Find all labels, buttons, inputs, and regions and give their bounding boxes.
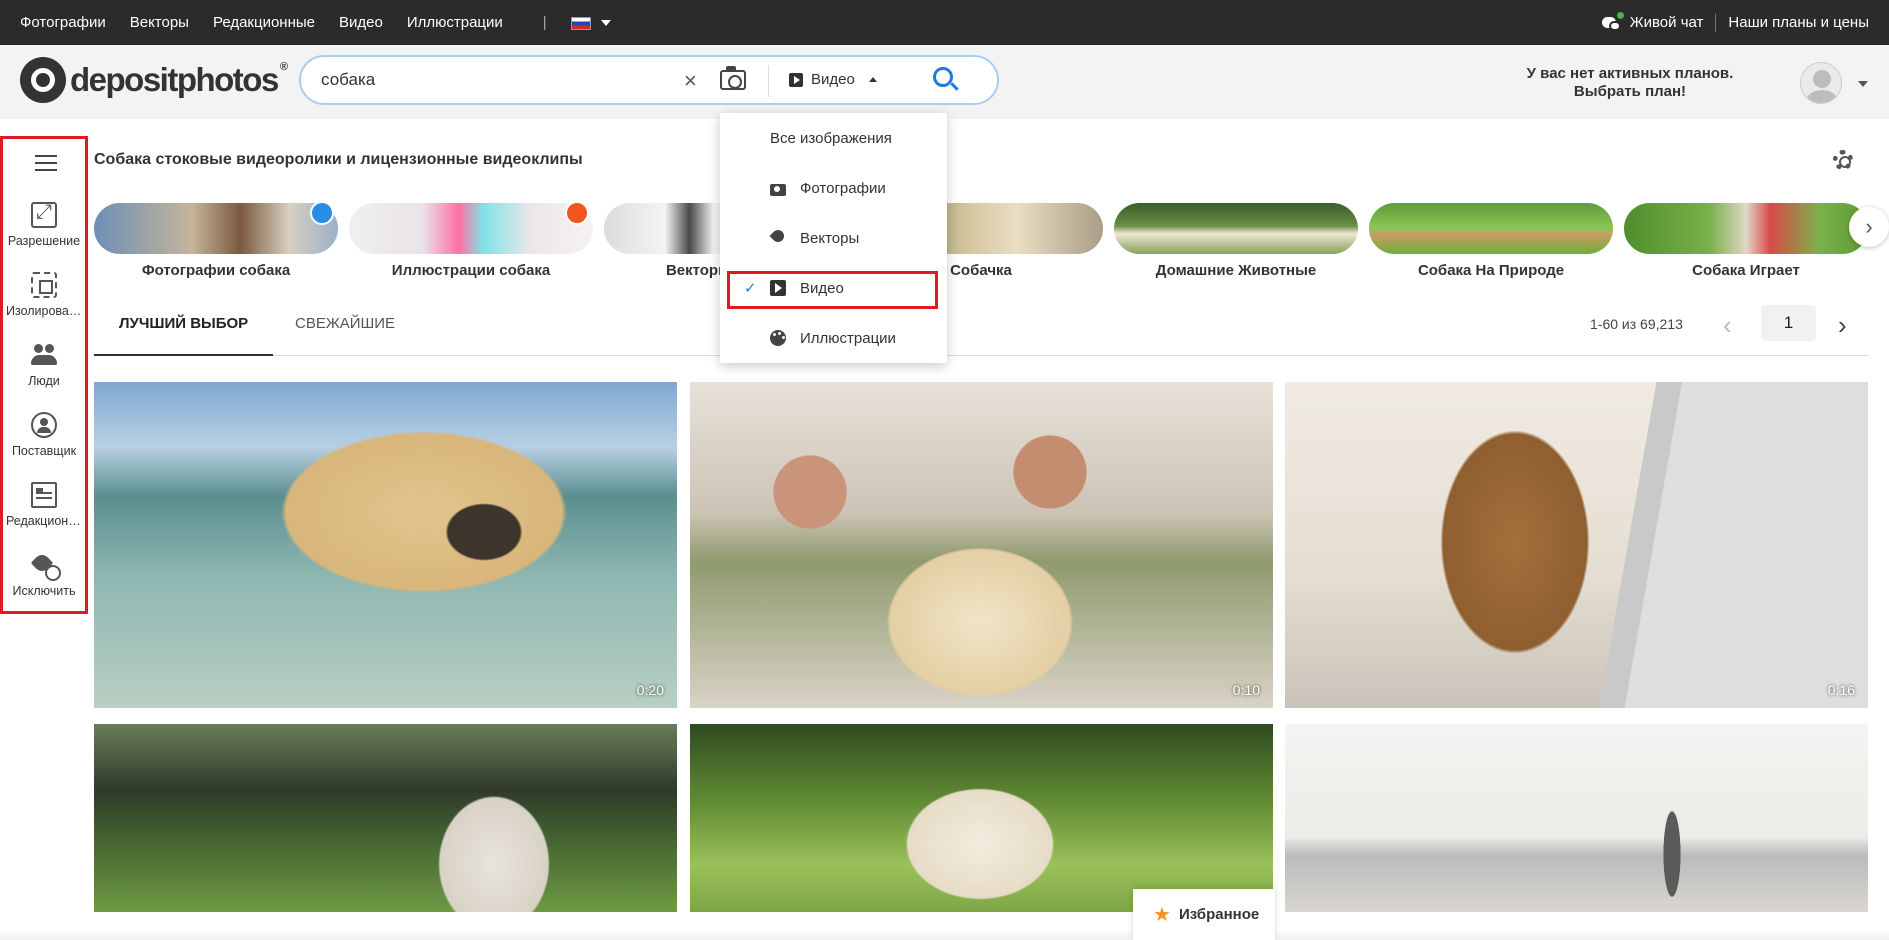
dropdown-item-video[interactable]: ✓ Видео: [720, 268, 947, 308]
category-thumbnail: [94, 203, 338, 254]
camera-icon: [770, 183, 786, 196]
tab-newest[interactable]: СВЕЖАЙШИЕ: [270, 315, 420, 356]
menu-icon[interactable]: [35, 155, 57, 171]
video-icon: [789, 72, 803, 87]
plan-line-1: У вас нет активных планов.: [1526, 65, 1734, 82]
video-tile[interactable]: 0:10: [690, 382, 1273, 708]
category-thumbnail: [349, 203, 593, 254]
video-icon: [770, 280, 786, 296]
star-icon: ★: [1153, 904, 1171, 926]
video-tile[interactable]: [1285, 724, 1868, 912]
sidebar-item-people[interactable]: Люди: [3, 342, 85, 388]
resize-icon: [31, 201, 57, 228]
video-tile[interactable]: [690, 724, 1273, 912]
chevron-right-icon[interactable]: ›: [1849, 207, 1889, 247]
editorial-icon: [31, 482, 57, 508]
chevron-right-icon[interactable]: ›: [1838, 310, 1847, 341]
brush-badge-icon: [565, 201, 589, 225]
category-pill[interactable]: Домашние Животные: [1114, 203, 1358, 279]
camera-search-icon[interactable]: [720, 66, 746, 90]
header: depositphotos® × Видео У вас нет активны…: [0, 45, 1889, 119]
divider: [1715, 13, 1717, 32]
sidebar-item-resolution[interactable]: Разрешение: [3, 201, 85, 248]
video-duration: 0:16: [1827, 682, 1855, 698]
nav-vectors[interactable]: Векторы: [130, 14, 189, 31]
media-type-label: Видео: [811, 71, 855, 88]
logo-text: depositphotos ®: [70, 61, 288, 98]
camera-badge-icon: [310, 201, 334, 225]
results-count: 1-60 из 69,213: [1590, 316, 1683, 332]
plan-notice[interactable]: У вас нет активных планов. Выбрать план!: [1520, 65, 1740, 101]
filter-sidebar: Разрешение Изолированные Люди Поставщик …: [0, 136, 88, 614]
chevron-up-icon: [868, 77, 877, 82]
nav-photos[interactable]: Фотографии: [20, 14, 106, 31]
plan-line-2: Выбрать план!: [1573, 83, 1687, 100]
camera-logo-icon: [20, 57, 66, 103]
exclude-icon: [31, 552, 61, 581]
category-pill[interactable]: Собака Играет: [1624, 203, 1868, 279]
nav-illustrations[interactable]: Иллюстрации: [407, 14, 503, 31]
related-categories: Фотографии собака Иллюстрации собака Век…: [94, 201, 1874, 283]
logo[interactable]: depositphotos ®: [20, 57, 288, 103]
search-bar: × Видео: [299, 55, 999, 105]
isolate-icon: [31, 272, 57, 298]
video-duration: 0:20: [636, 682, 664, 698]
chevron-left-icon[interactable]: ‹: [1723, 310, 1732, 341]
video-tile[interactable]: 0:16: [1285, 382, 1868, 708]
pen-icon: [770, 230, 786, 246]
sidebar-item-editorial[interactable]: Редакционные: [3, 482, 85, 528]
video-duration: 0:10: [1232, 682, 1260, 698]
tab-best-match[interactable]: ЛУЧШИЙ ВЫБОР: [94, 315, 274, 356]
dropdown-item-photos[interactable]: Фотографии: [720, 168, 947, 208]
language-selector[interactable]: [570, 14, 611, 31]
sidebar-item-exclude[interactable]: Исключить: [3, 552, 85, 598]
check-icon: ✓: [744, 280, 757, 297]
search-icon[interactable]: [933, 67, 959, 93]
category-pill[interactable]: Иллюстрации собака: [349, 201, 593, 279]
nav-editorial[interactable]: Редакционные: [213, 14, 315, 31]
gear-icon[interactable]: [1833, 150, 1853, 170]
chevron-down-icon[interactable]: [1858, 81, 1868, 87]
video-tile[interactable]: [94, 724, 677, 912]
page-title: Собака стоковые видеоролики и лицензионн…: [94, 151, 583, 168]
category-pill[interactable]: Фотографии собака: [94, 201, 338, 279]
category-pill[interactable]: Собака На Природе: [1369, 203, 1613, 279]
favorites-button[interactable]: ★ Избранное: [1133, 889, 1275, 940]
russia-flag-icon: [570, 16, 591, 30]
bottom-shade: [0, 930, 1889, 940]
nav-video[interactable]: Видео: [339, 14, 383, 31]
dropdown-item-illustrations[interactable]: Иллюстрации: [720, 318, 947, 358]
live-chat-label: Живой чат: [1629, 14, 1704, 31]
top-bar: Фотографии Векторы Редакционные Видео Ил…: [0, 0, 1889, 45]
live-chat-link[interactable]: Живой чат: [1601, 11, 1704, 32]
video-tile[interactable]: 0:20: [94, 382, 677, 708]
page-number-input[interactable]: 1: [1761, 305, 1816, 341]
category-thumbnail: [1369, 203, 1613, 254]
sidebar-item-isolated[interactable]: Изолированные: [3, 272, 85, 318]
top-nav: Фотографии Векторы Редакционные Видео Ил…: [0, 14, 611, 31]
people-icon: [31, 342, 57, 368]
nav-separator: |: [542, 14, 547, 31]
clear-icon[interactable]: ×: [684, 68, 697, 94]
category-thumbnail: [1624, 203, 1868, 254]
plans-link[interactable]: Наши планы и цены: [1728, 14, 1869, 31]
top-right: Живой чат Наши планы и цены: [1601, 11, 1889, 32]
avatar[interactable]: [1800, 62, 1842, 104]
dropdown-item-all-images[interactable]: Все изображения: [720, 118, 947, 158]
chevron-down-icon: [600, 20, 611, 27]
category-thumbnail: [1114, 203, 1358, 254]
divider: [768, 65, 769, 97]
search-input[interactable]: [321, 65, 661, 95]
contributor-icon: [31, 412, 57, 438]
sidebar-item-contributor[interactable]: Поставщик: [3, 412, 85, 458]
media-type-dropdown: Все изображения Фотографии Векторы ✓ Вид…: [720, 113, 947, 363]
chat-icon: [1601, 11, 1624, 32]
palette-icon: [770, 330, 786, 346]
dropdown-item-vectors[interactable]: Векторы: [720, 218, 947, 258]
media-type-select[interactable]: Видео: [789, 71, 877, 88]
